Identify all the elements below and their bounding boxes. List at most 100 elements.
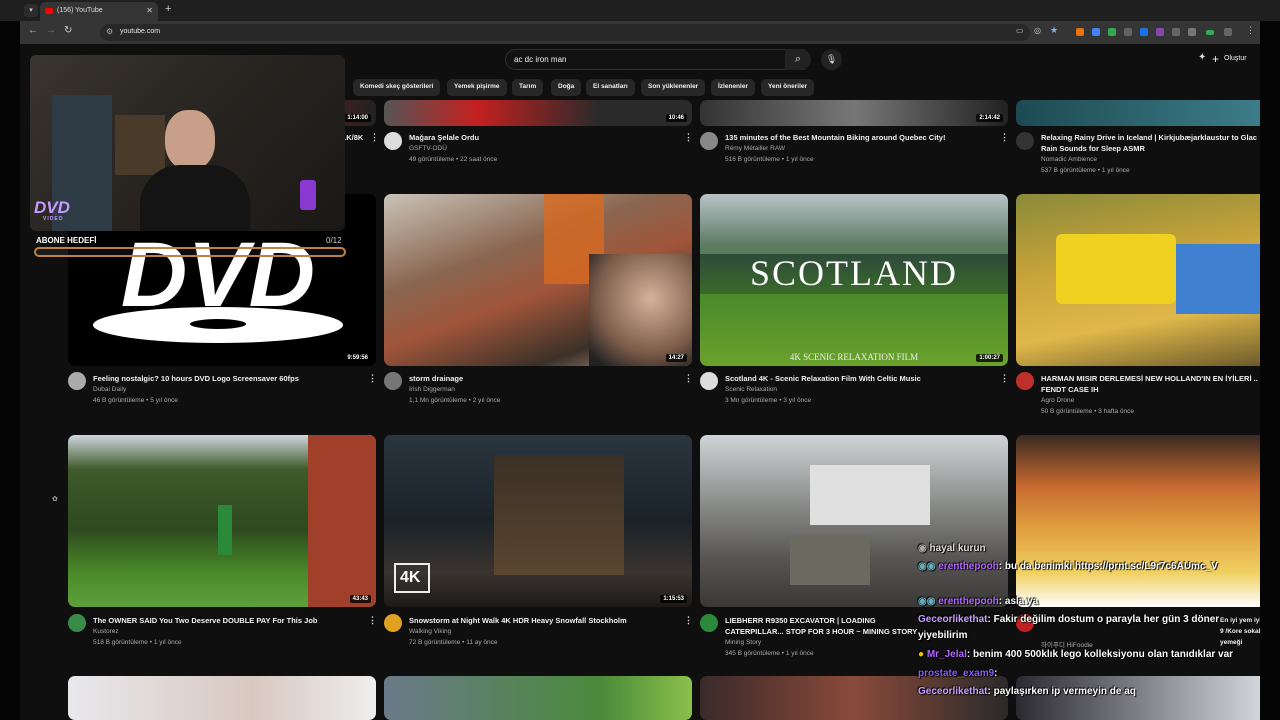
video-thumbnail[interactable]	[1016, 676, 1260, 720]
more-options-icon[interactable]: ⋮	[368, 373, 377, 384]
video-meta: 50 B görüntüleme • 3 hafta önce	[1041, 408, 1134, 415]
more-options-icon[interactable]: ⋮	[1000, 373, 1009, 384]
channel-name[interactable]: Irish Diggerman	[409, 386, 455, 393]
video-title[interactable]: Mağara Şelale Ordu	[409, 132, 669, 143]
video-title[interactable]: LIEBHERR R9350 EXCAVATOR | LOADING CATER…	[725, 615, 935, 637]
browser-menu-icon[interactable]: ⋮	[1246, 25, 1255, 36]
chip[interactable]: Doğa	[551, 79, 582, 96]
channel-avatar[interactable]	[700, 372, 718, 390]
channel-name[interactable]: Dubai Daily	[93, 386, 126, 393]
video-title[interactable]: storm drainage	[409, 373, 669, 384]
extension-icon[interactable]	[1076, 28, 1084, 36]
tab-search-button[interactable]: ▾	[24, 4, 38, 17]
video-thumbnail[interactable]	[384, 676, 692, 720]
channel-name[interactable]: Walking Viking	[409, 628, 451, 635]
channel-name[interactable]: Scenic Relaxation	[725, 386, 777, 393]
more-options-icon[interactable]: ⋮	[684, 132, 693, 143]
more-options-icon[interactable]: ⋮	[684, 615, 693, 626]
back-icon[interactable]: ←	[28, 25, 38, 36]
channel-name[interactable]: Mining Story	[725, 639, 761, 646]
video-title[interactable]: HARMAN MISIR DERLEMESİ NEW HOLLAND'IN EN…	[1041, 373, 1260, 395]
search-input[interactable]: ac dc iron man ✕	[505, 49, 805, 70]
close-tab-icon[interactable]: ✕	[146, 6, 153, 15]
channel-name[interactable]: 하이푸디 HiFoodie	[1041, 639, 1093, 649]
microphone-icon[interactable]: 🎙	[821, 49, 842, 70]
channel-avatar[interactable]	[384, 614, 402, 632]
chip[interactable]: Tarım	[512, 79, 544, 96]
duration-badge: 43:43	[349, 595, 371, 603]
video-thumbnail[interactable]	[1016, 194, 1260, 366]
extension-icon[interactable]	[1140, 28, 1148, 36]
extension-icon[interactable]	[1092, 28, 1100, 36]
thumbnail-subtitle: 4K SCENIC RELAXATION FILM	[789, 352, 919, 362]
video-thumbnail[interactable]	[1016, 435, 1260, 607]
cast-icon[interactable]: ▭	[1016, 26, 1024, 35]
channel-avatar[interactable]	[1016, 372, 1034, 390]
site-info-icon[interactable]: ⚙	[106, 27, 113, 36]
video-title[interactable]: 135 minutes of the Best Mountain Biking …	[725, 132, 985, 143]
video-title[interactable]: Snowstorm at Night Walk 4K HDR Heavy Sno…	[409, 615, 669, 626]
new-tab-icon[interactable]: +	[165, 3, 171, 15]
channel-name[interactable]: Nomadic Ambience	[1041, 156, 1097, 163]
forward-icon[interactable]: →	[46, 25, 56, 36]
extension-icon[interactable]	[1172, 28, 1180, 36]
extension-icon[interactable]	[1188, 28, 1196, 36]
browser-tab[interactable]: (156) YouTube ✕	[40, 2, 158, 21]
reload-icon[interactable]: ↻	[64, 25, 72, 36]
extension-icon[interactable]	[1224, 28, 1232, 36]
channel-name[interactable]: Kustorez	[93, 628, 119, 635]
chip[interactable]: İzlenenler	[711, 79, 755, 96]
video-title[interactable]: En iyi yem iyi 9 /Kore sokak yemeği	[1220, 615, 1260, 648]
more-options-icon[interactable]: ⋮	[368, 615, 377, 626]
video-thumbnail[interactable]: 14:27	[384, 194, 692, 366]
video-thumbnail[interactable]: 10:46	[384, 100, 692, 126]
chip[interactable]: Yeni öneriler	[761, 79, 815, 96]
notifications-icon[interactable]: ✦	[1198, 52, 1206, 63]
search-icon[interactable]: ⌕	[785, 49, 811, 70]
video-title[interactable]: Feeling nostalgic? 10 hours DVD Logo Scr…	[93, 373, 353, 384]
channel-avatar[interactable]	[68, 614, 86, 632]
video-title[interactable]: Scotland 4K - Scenic Relaxation Film Wit…	[725, 373, 985, 384]
video-thumbnail[interactable]: 43:43	[68, 435, 376, 607]
eye-off-icon[interactable]: ◎	[1034, 26, 1041, 35]
video-thumbnail[interactable]: SCOTLAND 4K SCENIC RELAXATION FILM 1:00:…	[700, 194, 1008, 366]
channel-name[interactable]: GSFTV-ODÜ	[409, 145, 447, 152]
more-options-icon[interactable]: ⋮	[684, 373, 693, 384]
chip[interactable]: Yemek pişirme	[447, 79, 507, 96]
video-thumbnail[interactable]	[1016, 100, 1260, 126]
bookmark-star-icon[interactable]: ★	[1050, 25, 1058, 36]
video-title[interactable]: Relaxing Rainy Drive in Iceland | Kirkju…	[1041, 132, 1260, 154]
chip[interactable]: Son yüklenenler	[641, 79, 706, 96]
chat-badge-icon: ●	[918, 649, 927, 660]
channel-avatar[interactable]	[700, 614, 718, 632]
channel-name[interactable]: Rémy Métailler RAW	[725, 145, 785, 152]
channel-avatar[interactable]	[1016, 132, 1034, 150]
video-thumbnail[interactable]: 2:14:42	[700, 100, 1008, 126]
video-thumbnail[interactable]: 4K 1:15:53	[384, 435, 692, 607]
video-meta: 46 B görüntüleme • 5 yıl önce	[93, 397, 179, 404]
extension-icon[interactable]	[1206, 30, 1214, 35]
sidebar-icon[interactable]: ✿	[52, 495, 58, 503]
channel-avatar[interactable]	[700, 132, 718, 150]
background-shelf	[115, 115, 165, 175]
more-options-icon[interactable]: ⋮	[370, 132, 379, 143]
video-thumbnail[interactable]	[700, 435, 1008, 607]
goal-count: 0/12	[326, 236, 342, 245]
more-options-icon[interactable]: ⋮	[1000, 132, 1009, 143]
channel-avatar[interactable]	[68, 372, 86, 390]
chat-badge-icon: ◉◉	[918, 561, 939, 572]
video-thumbnail[interactable]	[700, 676, 1008, 720]
channel-avatar[interactable]	[384, 132, 402, 150]
chip[interactable]: El sanatları	[586, 79, 635, 96]
address-bar[interactable]: ⚙ youtube.com	[100, 24, 1030, 41]
extension-icon[interactable]	[1156, 28, 1164, 36]
extension-icon[interactable]	[1124, 28, 1132, 36]
video-title[interactable]: The OWNER SAID You Two Deserve DOUBLE PA…	[93, 615, 353, 626]
channel-name[interactable]: Agro Drone	[1041, 397, 1074, 404]
create-button[interactable]: + Oluştur	[1210, 50, 1247, 69]
video-thumbnail[interactable]	[68, 676, 376, 720]
chip[interactable]: Komedi skeç gösterileri	[353, 79, 441, 96]
channel-avatar[interactable]	[384, 372, 402, 390]
extension-icon[interactable]	[1108, 28, 1116, 36]
harvester	[1056, 234, 1176, 304]
